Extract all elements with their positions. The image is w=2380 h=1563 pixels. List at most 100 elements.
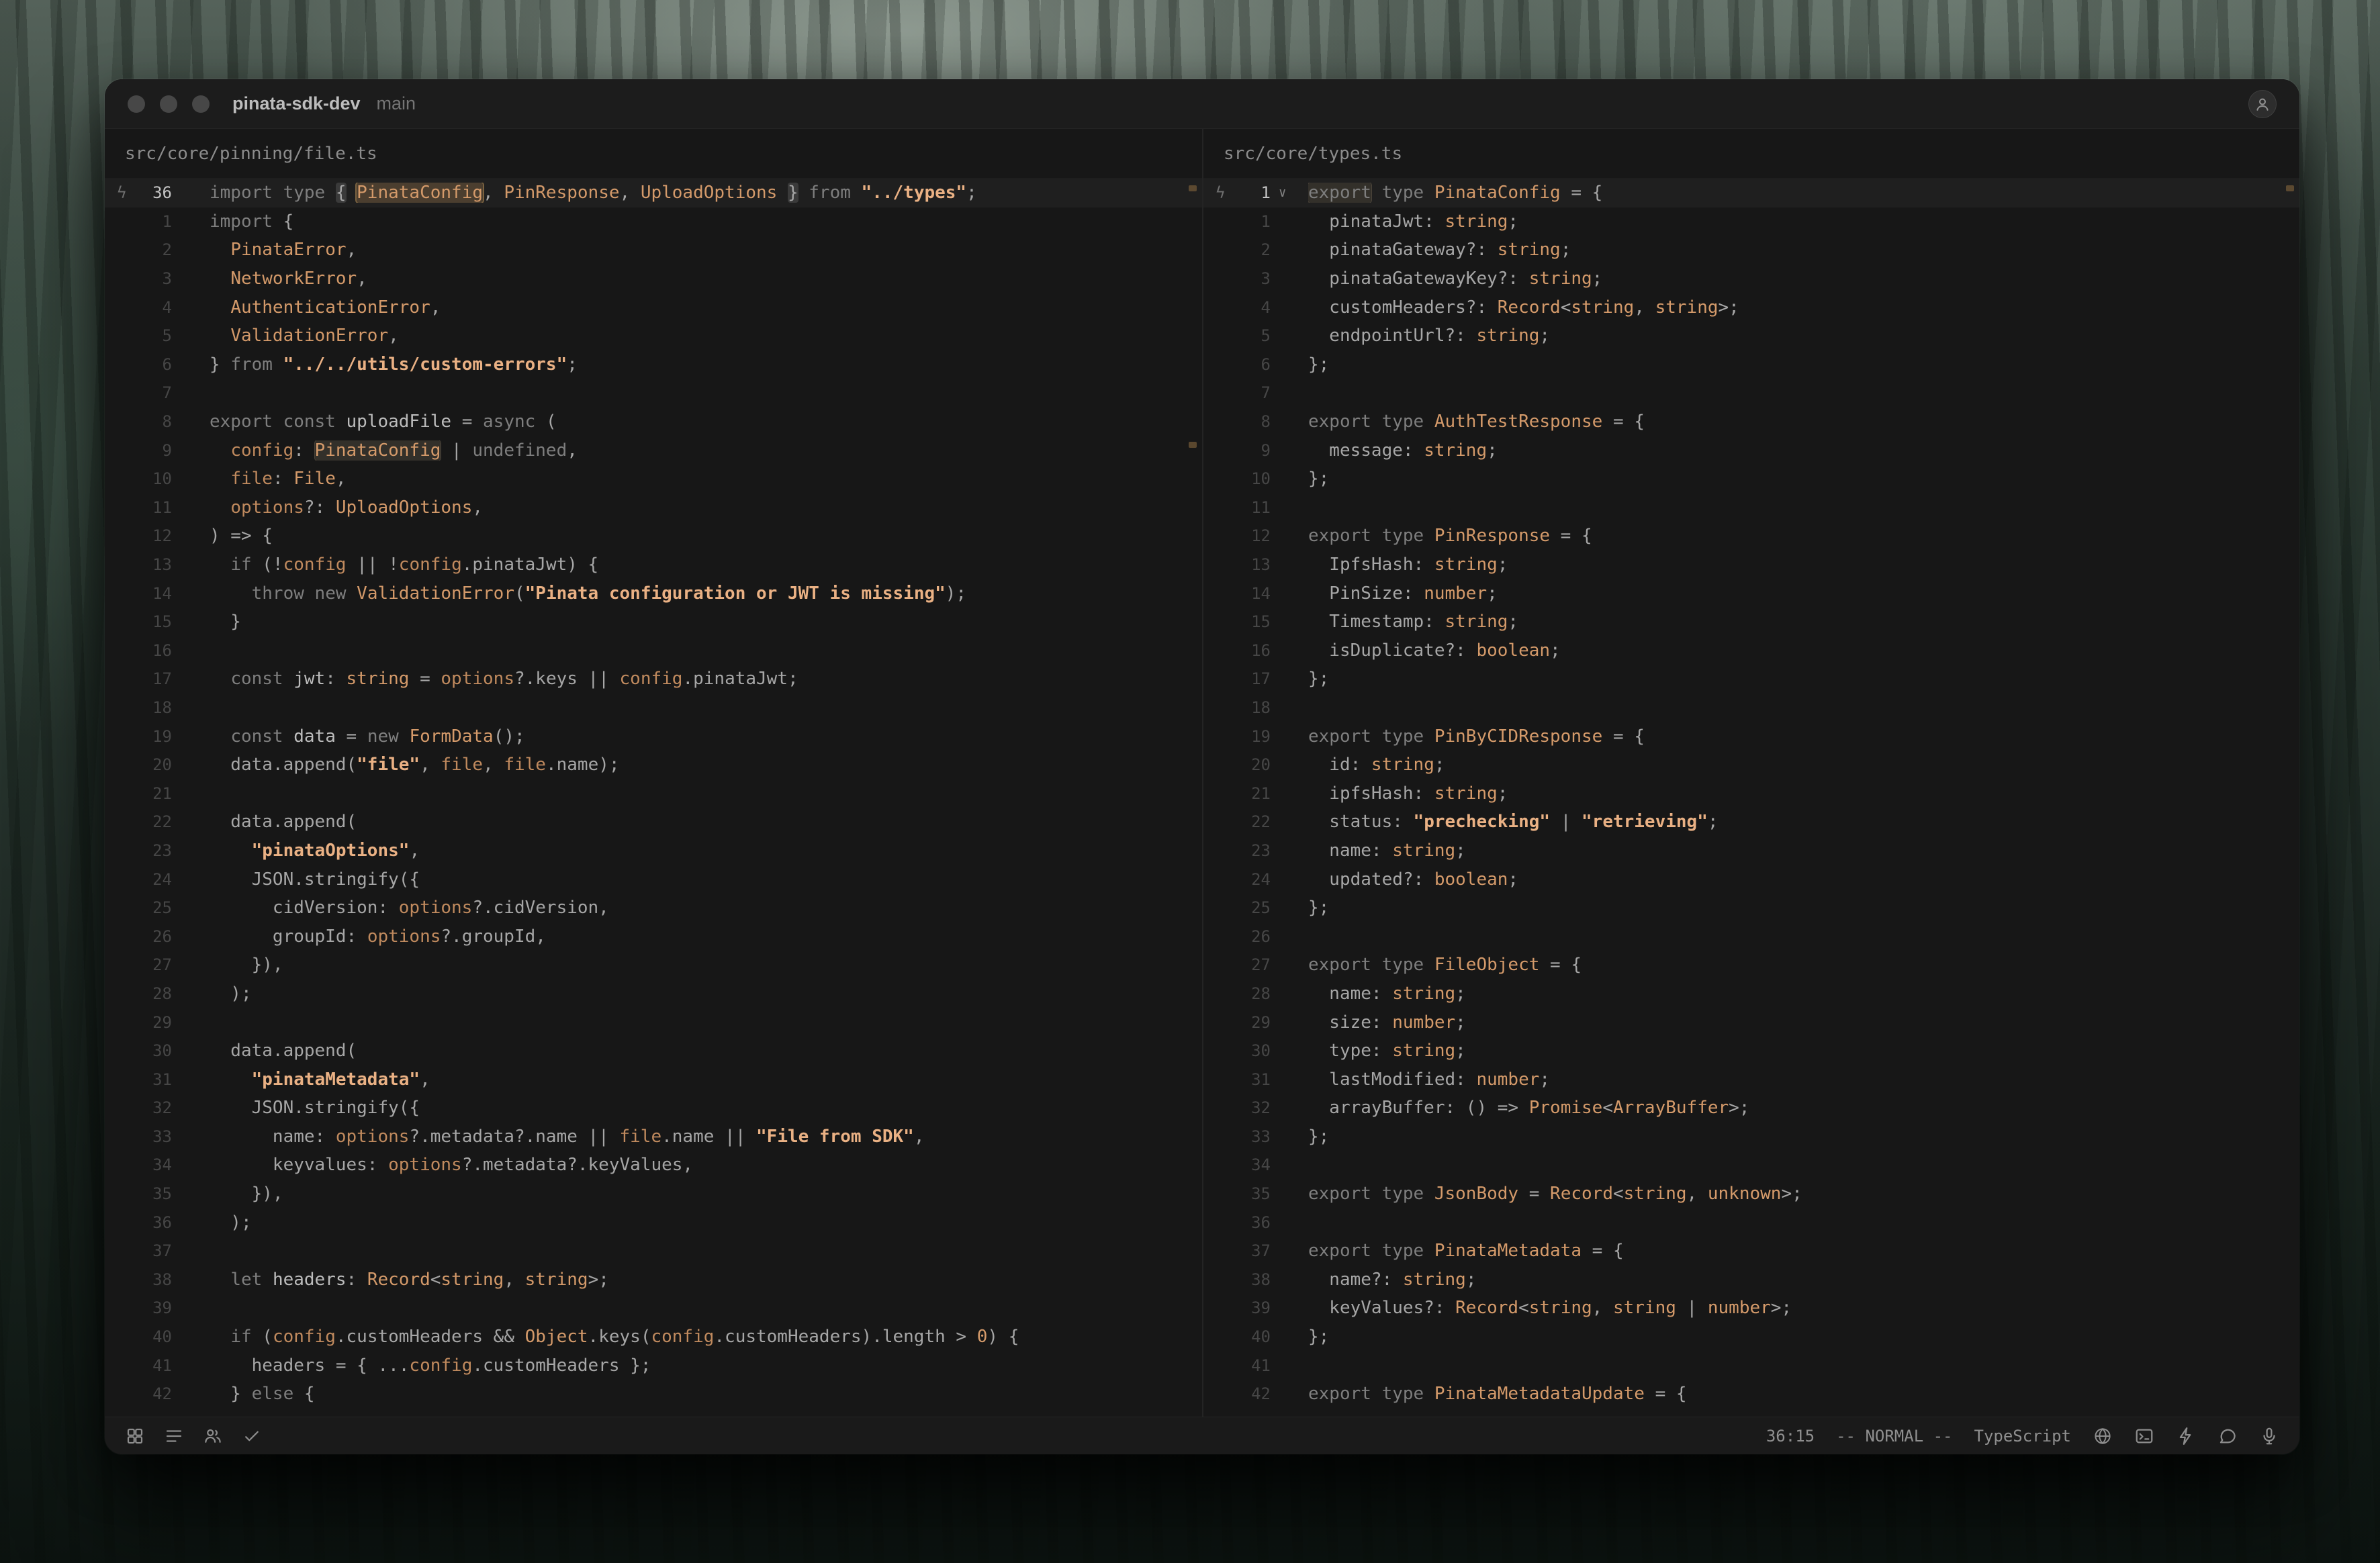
code-line[interactable]: ϟ1∨export type PinataConfig = {: [1203, 179, 2299, 207]
gutter[interactable]: 12: [105, 526, 210, 545]
code-line[interactable]: 2 pinataGateway?: string;: [1203, 236, 2299, 265]
code-text[interactable]: headers = { ...config.customHeaders };: [210, 1356, 1202, 1376]
code-line[interactable]: 36: [1203, 1208, 2299, 1237]
code-line[interactable]: 19export type PinByCIDResponse = {: [1203, 722, 2299, 751]
code-text[interactable]: arrayBuffer: () => Promise<ArrayBuffer>;: [1308, 1098, 2299, 1118]
gutter[interactable]: 16: [105, 641, 210, 660]
code-text[interactable]: updated?: boolean;: [1308, 869, 2299, 890]
code-text[interactable]: JSON.stringify({: [210, 869, 1202, 890]
gutter[interactable]: 25: [1203, 898, 1308, 917]
code-line[interactable]: 28 name: string;: [1203, 980, 2299, 1008]
code-text[interactable]: name?: string;: [1308, 1270, 2299, 1290]
code-line[interactable]: 29: [105, 1008, 1202, 1037]
code-line[interactable]: 2 PinataError,: [105, 236, 1202, 265]
code-text[interactable]: name: options?.metadata?.name || file.na…: [210, 1127, 1202, 1147]
code-text[interactable]: }),: [210, 1184, 1202, 1204]
gutter[interactable]: 42: [105, 1384, 210, 1403]
gutter[interactable]: 21: [105, 784, 210, 803]
gutter[interactable]: 37: [105, 1241, 210, 1260]
gutter[interactable]: 25: [105, 898, 210, 917]
file-path-right[interactable]: src/core/types.ts: [1203, 129, 2299, 179]
code-text[interactable]: data.append("file", file, file.name);: [210, 755, 1202, 775]
code-line[interactable]: 15 Timestamp: string;: [1203, 608, 2299, 636]
cursor-position[interactable]: 36:15: [1766, 1427, 1815, 1446]
gutter[interactable]: 8: [105, 412, 210, 431]
code-line[interactable]: 33 name: options?.metadata?.name || file…: [105, 1123, 1202, 1151]
code-line[interactable]: 17 const jwt: string = options?.keys || …: [105, 665, 1202, 694]
code-line[interactable]: 39 keyValues?: Record<string, string | n…: [1203, 1294, 2299, 1323]
code-text[interactable]: status: "prechecking" | "retrieving";: [1308, 812, 2299, 832]
scrollbar-mark[interactable]: [2286, 185, 2294, 191]
code-text[interactable]: throw new ValidationError("Pinata config…: [210, 583, 1202, 604]
gutter[interactable]: 36: [105, 1213, 210, 1232]
gutter[interactable]: 17: [1203, 669, 1308, 688]
code-text[interactable]: export type JsonBody = Record<string, un…: [1308, 1184, 2299, 1204]
gutter[interactable]: 4: [105, 298, 210, 317]
code-line[interactable]: 36 );: [105, 1208, 1202, 1237]
code-line[interactable]: 33};: [1203, 1123, 2299, 1151]
code-text[interactable]: );: [210, 1213, 1202, 1233]
code-line[interactable]: 31 lastModified: number;: [1203, 1065, 2299, 1094]
code-text[interactable]: export type PinResponse = {: [1308, 526, 2299, 546]
fold-chevron-icon[interactable]: ∨: [1271, 185, 1308, 200]
zap-icon[interactable]: [2176, 1426, 2196, 1446]
code-line[interactable]: 26 groupId: options?.groupId,: [105, 922, 1202, 951]
gutter[interactable]: 22: [1203, 812, 1308, 831]
gutter[interactable]: ϟ36: [105, 183, 210, 202]
code-line[interactable]: 18: [105, 694, 1202, 722]
code-text[interactable]: data.append(: [210, 1041, 1202, 1061]
gutter[interactable]: 21: [1203, 784, 1308, 803]
gutter[interactable]: 20: [1203, 755, 1308, 774]
gutter[interactable]: 1: [1203, 212, 1308, 231]
gutter[interactable]: 13: [1203, 555, 1308, 574]
code-line[interactable]: 40 if (config.customHeaders && Object.ke…: [105, 1323, 1202, 1352]
code-text[interactable]: lastModified: number;: [1308, 1070, 2299, 1090]
outline-list-icon[interactable]: [164, 1426, 184, 1446]
code-action-zap-icon[interactable]: ϟ: [117, 183, 126, 202]
code-text[interactable]: if (!config || !config.pinataJwt) {: [210, 555, 1202, 575]
code-text[interactable]: ValidationError,: [210, 326, 1202, 346]
gutter[interactable]: 38: [105, 1270, 210, 1289]
gutter[interactable]: 41: [105, 1356, 210, 1375]
code-line[interactable]: 42 } else {: [105, 1380, 1202, 1409]
gutter[interactable]: 7: [1203, 383, 1308, 402]
account-avatar[interactable]: [2248, 90, 2277, 118]
code-text[interactable]: PinataError,: [210, 240, 1202, 260]
code-text[interactable]: message: string;: [1308, 440, 2299, 461]
code-line[interactable]: ϟ36import type { PinataConfig, PinRespon…: [105, 179, 1202, 207]
gutter[interactable]: 3: [105, 269, 210, 288]
gutter[interactable]: 35: [105, 1184, 210, 1203]
gutter[interactable]: 37: [1203, 1241, 1308, 1260]
code-line[interactable]: 41: [1203, 1351, 2299, 1380]
code-line[interactable]: 37export type PinataMetadata = {: [1203, 1237, 2299, 1266]
code-line[interactable]: 34 keyvalues: options?.metadata?.keyValu…: [105, 1151, 1202, 1180]
code-line[interactable]: 26: [1203, 922, 2299, 951]
code-text[interactable]: export type FileObject = {: [1308, 955, 2299, 975]
gutter[interactable]: 38: [1203, 1270, 1308, 1289]
gutter[interactable]: 34: [1203, 1155, 1308, 1174]
gutter[interactable]: 33: [105, 1127, 210, 1146]
gutter[interactable]: 12: [1203, 526, 1308, 545]
code-line[interactable]: 39: [105, 1294, 1202, 1323]
gutter[interactable]: 6: [1203, 355, 1308, 374]
code-text[interactable]: customHeaders?: Record<string, string>;: [1308, 297, 2299, 318]
gutter[interactable]: 28: [105, 984, 210, 1003]
code-text[interactable]: ) => {: [210, 526, 1202, 546]
copilot-globe-icon[interactable]: [2093, 1426, 2113, 1446]
gutter[interactable]: 24: [1203, 870, 1308, 889]
code-line[interactable]: 6};: [1203, 350, 2299, 379]
code-line[interactable]: 24 JSON.stringify({: [105, 865, 1202, 894]
code-text[interactable]: }),: [210, 955, 1202, 975]
gutter[interactable]: 27: [105, 955, 210, 974]
code-line[interactable]: 28 );: [105, 980, 1202, 1008]
microphone-icon[interactable]: [2259, 1426, 2279, 1446]
code-line[interactable]: 3 NetworkError,: [105, 265, 1202, 293]
gutter[interactable]: 31: [105, 1070, 210, 1089]
code-line[interactable]: 6} from "../../utils/custom-errors";: [105, 350, 1202, 379]
scrollbar-mark[interactable]: [1189, 185, 1197, 191]
code-line[interactable]: 5 endpointUrl?: string;: [1203, 322, 2299, 350]
code-line[interactable]: 16: [105, 636, 1202, 665]
code-line[interactable]: 11 options?: UploadOptions,: [105, 493, 1202, 522]
code-text[interactable]: export type PinataMetadata = {: [1308, 1241, 2299, 1261]
gutter[interactable]: 15: [105, 612, 210, 631]
